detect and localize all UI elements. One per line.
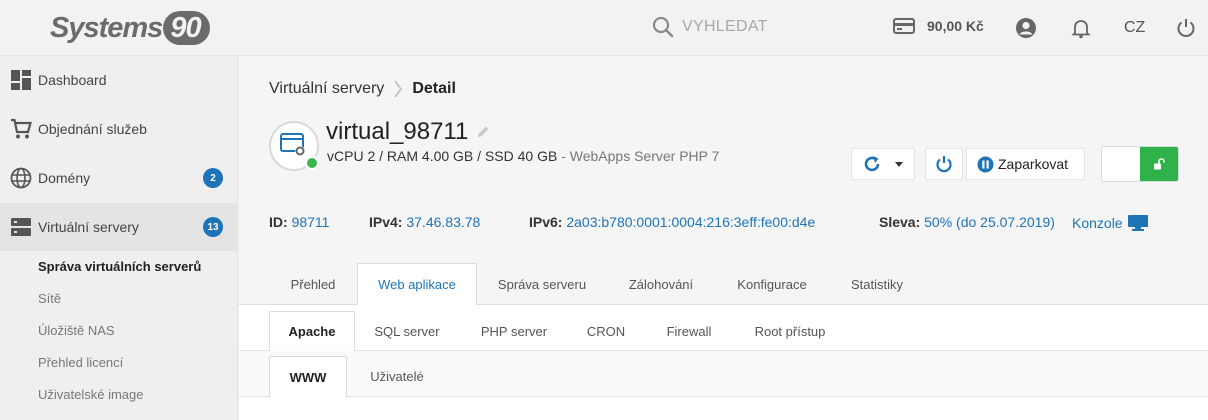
search[interactable]: VYHLEDAT — [652, 16, 768, 38]
power-button[interactable] — [925, 148, 963, 180]
power-icon[interactable] — [1175, 17, 1197, 39]
sidebar-item-label: Objednání služeb — [38, 121, 147, 137]
restart-dropdown-button[interactable] — [851, 148, 915, 180]
sidebar: Dashboard Objednání služeb Domény 2 Virt… — [0, 56, 238, 420]
server-icon — [11, 218, 31, 236]
park-button[interactable]: Zaparkovat — [966, 148, 1085, 180]
browser-settings-icon — [280, 133, 305, 156]
server-title: virtual_98711 — [326, 118, 490, 146]
logo-text: Systems — [50, 11, 163, 44]
tab-backup[interactable]: Zálohování — [607, 263, 715, 305]
language-switch[interactable]: CZ — [1124, 19, 1145, 37]
monitor-icon — [1127, 215, 1148, 231]
server-spec-template: - WebApps Server PHP 7 — [557, 148, 720, 164]
info-discount: Sleva: 50% (do 25.07.2019) — [879, 214, 1055, 230]
servers-count-badge: 13 — [203, 217, 223, 237]
server-name: virtual_98711 — [326, 118, 469, 145]
info-ipv4: IPv4: 37.46.83.78 — [369, 214, 481, 230]
main-tabs: Přehled Web aplikace Správa serveru Zálo… — [239, 263, 1208, 306]
pause-circle-icon — [977, 156, 994, 172]
server-id-link[interactable]: 98711 — [292, 214, 330, 230]
ipv6-link[interactable]: 2a03:b780:0001:0004:216:3eff:fe00:d4e — [566, 214, 815, 230]
sidebar-subitem-nas[interactable]: Úložiště NAS — [38, 323, 115, 338]
credit-card-icon — [893, 18, 915, 34]
sidebar-item-label: Domény — [38, 170, 91, 186]
tab-firewall[interactable]: Firewall — [643, 311, 735, 351]
breadcrumb-parent[interactable]: Virtuální servery — [269, 80, 384, 98]
sidebar-subitem-licenses[interactable]: Přehled licencí — [38, 355, 123, 370]
info-id: ID: 98711 — [269, 214, 330, 230]
tab-www[interactable]: WWW — [269, 356, 347, 398]
sidebar-item-virtual-servers[interactable]: Virtuální servery 13 — [0, 203, 238, 251]
sidebar-subitem-networks[interactable]: Sítě — [38, 291, 61, 306]
web-apps-panel: Apache SQL server PHP server CRON Firewa… — [239, 305, 1208, 420]
sub-tabs: Apache SQL server PHP server CRON Firewa… — [239, 305, 1208, 352]
sidebar-item-label: Dashboard — [38, 72, 107, 88]
main-content: Virtuální servery Detail virtual_98711 v… — [239, 56, 1208, 420]
tab-overview[interactable]: Přehled — [269, 263, 357, 305]
sidebar-item-dashboard[interactable]: Dashboard — [0, 56, 238, 104]
bell-icon[interactable] — [1070, 17, 1092, 39]
discount-link[interactable]: 50% (do 25.07.2019) — [924, 214, 1055, 230]
ipv4-link[interactable]: 37.46.83.78 — [406, 214, 480, 230]
globe-icon — [10, 167, 32, 189]
credit-balance[interactable]: 90,00 Kč — [893, 17, 984, 35]
chevron-right-icon — [394, 80, 403, 98]
sidebar-subitem-images[interactable]: Uživatelské image — [38, 387, 144, 402]
server-spec-main: vCPU 2 / RAM 4.00 GB / SSD 40 GB — [327, 148, 558, 164]
info-ipv6: IPv6: 2a03:b780:0001:0004:216:3eff:fe00:… — [529, 214, 816, 230]
credit-value: 90,00 Kč — [927, 18, 984, 34]
tab-web-apps[interactable]: Web aplikace — [357, 263, 477, 306]
park-button-label: Zaparkovat — [998, 156, 1069, 172]
logo[interactable]: Systems 90 — [50, 10, 210, 46]
edit-pencil-icon[interactable] — [476, 125, 490, 139]
sidebar-item-order[interactable]: Objednání služeb — [0, 105, 238, 153]
tab-apache[interactable]: Apache — [269, 311, 355, 352]
top-bar: Systems 90 VYHLEDAT 90,00 Kč CZ — [0, 0, 1208, 56]
lock-toggle[interactable] — [1101, 146, 1179, 182]
tab-root-access[interactable]: Root přístup — [735, 311, 845, 351]
breadcrumb-current: Detail — [412, 80, 456, 97]
sidebar-item-domains[interactable]: Domény 2 — [0, 154, 238, 202]
cart-icon — [11, 118, 32, 139]
sub-sub-tabs: WWW Uživatelé — [239, 351, 1208, 398]
unlock-icon — [1154, 158, 1165, 170]
tab-statistics[interactable]: Statistiky — [829, 263, 925, 305]
console-link[interactable]: Konzole — [1072, 214, 1149, 232]
search-icon — [652, 16, 674, 38]
tab-configuration[interactable]: Konfigurace — [715, 263, 829, 305]
search-input[interactable]: VYHLEDAT — [682, 18, 768, 36]
tab-users[interactable]: Uživatelé — [347, 356, 447, 397]
tab-php-server[interactable]: PHP server — [459, 311, 569, 351]
user-icon[interactable] — [1015, 17, 1037, 39]
status-online-dot — [305, 156, 319, 170]
sidebar-item-label: Virtuální servery — [38, 219, 139, 235]
tab-sql-server[interactable]: SQL server — [355, 311, 459, 351]
dashboard-icon — [11, 70, 31, 90]
tab-server-management[interactable]: Správa serveru — [477, 263, 607, 305]
refresh-icon — [864, 156, 880, 172]
server-avatar — [269, 121, 319, 171]
tab-cron[interactable]: CRON — [569, 311, 643, 351]
toggle-on-state — [1140, 147, 1178, 181]
console-label: Konzole — [1072, 215, 1123, 231]
sidebar-subitem-manage-servers[interactable]: Správa virtuálních serverů — [38, 259, 201, 274]
domains-count-badge: 2 — [203, 168, 223, 188]
logo-badge: 90 — [163, 11, 210, 45]
power-icon — [936, 156, 952, 173]
breadcrumb: Virtuální servery Detail — [269, 79, 456, 99]
server-specification: vCPU 2 / RAM 4.00 GB / SSD 40 GB - WebAp… — [327, 148, 719, 164]
caret-down-icon — [895, 161, 903, 167]
